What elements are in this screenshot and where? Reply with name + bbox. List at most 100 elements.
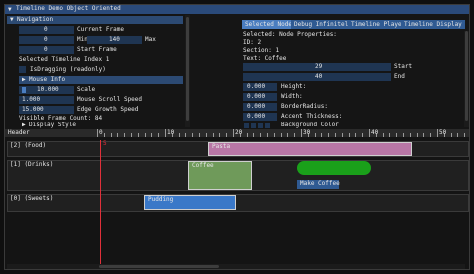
background-color-swatch[interactable] bbox=[265, 123, 270, 128]
edge-growth-speed-label: Edge Growth Speed bbox=[77, 106, 139, 113]
playhead-cursor[interactable] bbox=[100, 140, 101, 269]
mouse-scroll-speed-label: Mouse Scroll Speed bbox=[77, 96, 143, 103]
ruler-tick bbox=[151, 133, 153, 137]
tab-timeline-player[interactable]: Timeline Player bbox=[348, 20, 409, 29]
ruler-tick bbox=[246, 133, 248, 137]
node-text: Text: Coffee bbox=[243, 55, 287, 62]
left-panel-scrollbar[interactable] bbox=[185, 15, 190, 127]
height-label: Height: bbox=[281, 83, 307, 90]
timeline-ruler[interactable]: Header 0 10 20 30 40 50 bbox=[5, 129, 469, 137]
ruler-tick-label: 30 bbox=[303, 129, 311, 136]
accent-thickness-label: Accent Thickness: bbox=[281, 113, 343, 120]
timeline-row-food[interactable]: [2] (Food) Pasta bbox=[7, 141, 469, 157]
node-id: ID: 2 bbox=[243, 39, 262, 46]
ruler-tick bbox=[403, 133, 404, 137]
min-input[interactable]: 0 bbox=[19, 36, 74, 44]
navigation-header[interactable]: ▼ Navigation bbox=[7, 16, 183, 24]
border-radius-input[interactable]: 0.000 bbox=[243, 103, 277, 111]
start-input[interactable]: 29 bbox=[243, 63, 391, 71]
row-label: [1] (Drinks) bbox=[10, 161, 54, 168]
start-frame-input[interactable]: 0 bbox=[19, 46, 74, 54]
ruler-tick bbox=[355, 133, 357, 137]
selected-node-properties: Selected: Node Properties: bbox=[243, 31, 337, 38]
right-panel-scrollbar[interactable] bbox=[464, 31, 469, 127]
navigation-header-label: Navigation bbox=[17, 16, 54, 23]
item-green-pill[interactable] bbox=[297, 161, 371, 175]
max-input[interactable]: 140 bbox=[87, 36, 142, 44]
ruler-tick bbox=[396, 133, 398, 137]
tab-timeline-display[interactable]: Timeline Display bbox=[401, 20, 465, 29]
expand-triangle-icon: ▶ bbox=[22, 122, 26, 128]
collapse-triangle-icon[interactable]: ▼ bbox=[8, 6, 12, 14]
edge-growth-speed-input[interactable]: 15.000 bbox=[19, 106, 74, 114]
timeline-area[interactable]: Header 0 10 20 30 40 50 [2] (Food) Pasta [1] … bbox=[5, 129, 469, 269]
tab-selected-node[interactable]: Selected Node bbox=[242, 20, 295, 29]
width-input[interactable]: 0.000 bbox=[243, 93, 277, 101]
background-color-label: Background Color bbox=[281, 122, 339, 128]
scale-slider[interactable]: 10.000 bbox=[19, 86, 74, 94]
is-dragging-checkbox[interactable] bbox=[19, 66, 26, 73]
scale-slider-grab[interactable] bbox=[22, 87, 26, 93]
item-pudding[interactable]: Pudding bbox=[144, 195, 236, 210]
window-title: Timeline Demo Object Oriented bbox=[16, 5, 121, 12]
ruler-tick bbox=[260, 133, 262, 137]
ruler-tick bbox=[341, 133, 343, 137]
ruler-tick bbox=[280, 133, 282, 137]
row-label: [2] (Food) bbox=[10, 142, 47, 149]
ruler-tick bbox=[131, 133, 132, 137]
ruler-tick bbox=[348, 133, 350, 137]
ruler-tick bbox=[301, 129, 302, 137]
ruler-tick bbox=[457, 133, 459, 137]
item-pasta[interactable]: Pasta bbox=[208, 142, 412, 156]
ruler-tick-label: 40 bbox=[371, 129, 379, 136]
right-panel-scrollbar-thumb[interactable] bbox=[465, 31, 468, 121]
cursor-frame-label: 5 bbox=[103, 140, 107, 147]
timeline-row-drinks[interactable]: [1] (Drinks) Coffee Make Coffee bbox=[7, 160, 469, 191]
ruler-tick bbox=[287, 133, 289, 137]
ruler-tick bbox=[450, 133, 452, 137]
ruler-tick bbox=[267, 133, 268, 137]
item-coffee[interactable]: Coffee bbox=[188, 161, 252, 190]
ruler-tick-label: 0 bbox=[99, 129, 103, 136]
end-input[interactable]: 40 bbox=[243, 73, 391, 81]
timeline-horizontal-scrollbar[interactable] bbox=[7, 264, 465, 269]
title-bar[interactable]: ▼ Timeline Demo Object Oriented bbox=[5, 5, 469, 14]
accent-thickness-input[interactable]: 0.000 bbox=[243, 113, 277, 121]
ruler-tick bbox=[205, 133, 207, 137]
end-label: End bbox=[394, 73, 405, 80]
background-color-swatch[interactable] bbox=[251, 123, 256, 128]
timeline-horizontal-scrollbar-thumb[interactable] bbox=[99, 265, 219, 268]
mouse-info-label: Mouse Info bbox=[29, 76, 66, 83]
ruler-tick bbox=[328, 133, 330, 137]
make-coffee-button[interactable]: Make Coffee bbox=[297, 180, 340, 189]
ruler-tick bbox=[437, 129, 438, 137]
ruler-tick bbox=[219, 133, 221, 137]
background-color-swatch[interactable] bbox=[258, 123, 263, 128]
node-section: Section: 1 bbox=[243, 47, 280, 54]
background-color-swatch[interactable] bbox=[244, 123, 249, 128]
ruler-tick bbox=[97, 129, 98, 137]
ruler-tick-label: 20 bbox=[235, 129, 243, 136]
ruler-tick-label: 10 bbox=[167, 129, 175, 136]
ruler-tick bbox=[199, 133, 200, 137]
current-frame-input[interactable]: 0 bbox=[19, 26, 74, 34]
display-style-header[interactable]: ▶ Display Style bbox=[19, 122, 183, 128]
ruler-tick bbox=[409, 133, 411, 137]
left-panel-scrollbar-thumb[interactable] bbox=[186, 17, 189, 121]
border-radius-label: BorderRadius: bbox=[281, 103, 328, 110]
timeline-row-sweets[interactable]: [0] (Sweets) Pudding bbox=[7, 194, 469, 212]
max-label: Max bbox=[145, 36, 156, 43]
background-color-row[interactable]: Background Color bbox=[243, 122, 463, 128]
scale-label: Scale bbox=[77, 86, 96, 93]
ruler-tick bbox=[192, 133, 194, 137]
height-input[interactable]: 0.000 bbox=[243, 83, 277, 91]
ruler-tick bbox=[273, 133, 275, 137]
tab-debug-infinitel[interactable]: Debug Infinitel bbox=[291, 20, 352, 29]
ruler-tick bbox=[314, 133, 316, 137]
ruler-tick bbox=[294, 133, 296, 137]
mouse-scroll-speed-input[interactable]: 1.000 bbox=[19, 96, 74, 104]
ruler-tick bbox=[226, 133, 228, 137]
display-style-label: Display Style bbox=[29, 122, 76, 128]
mouse-info-header[interactable]: ▶ Mouse Info bbox=[19, 76, 183, 84]
selected-timeline-index: Selected Timeline Index 1 bbox=[19, 56, 110, 63]
